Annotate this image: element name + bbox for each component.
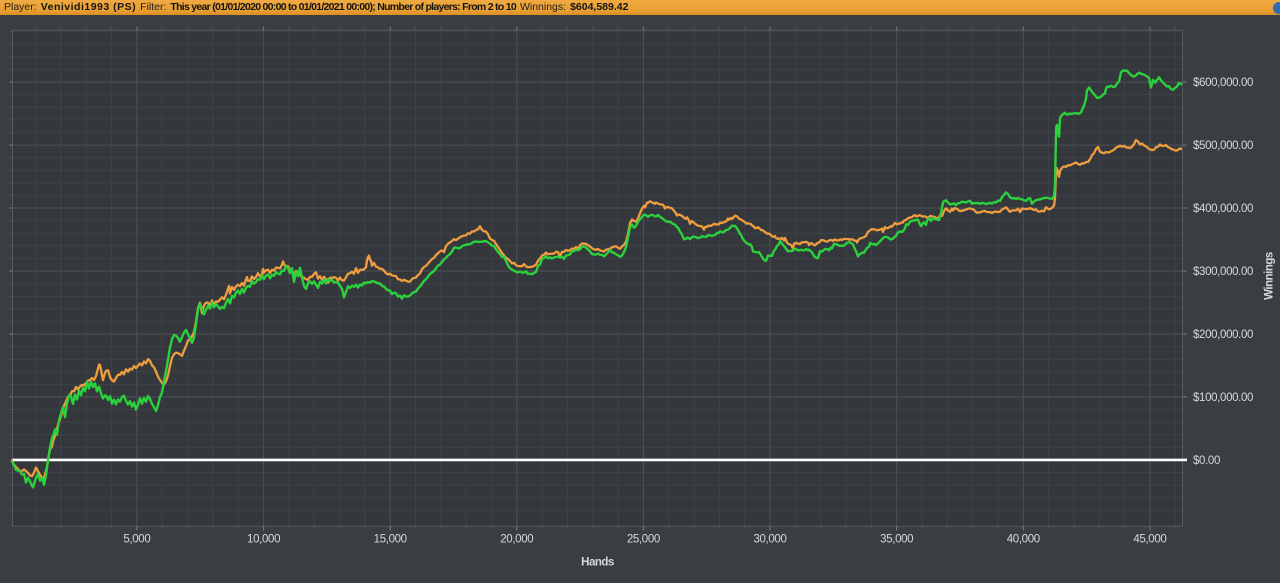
- svg-text:$0.00: $0.00: [1193, 455, 1220, 467]
- svg-text:20,000: 20,000: [500, 534, 533, 546]
- svg-text:$200,000.00: $200,000.00: [1193, 329, 1253, 341]
- svg-text:$600,000.00: $600,000.00: [1193, 77, 1253, 89]
- svg-text:40,000: 40,000: [1007, 534, 1040, 546]
- svg-text:$100,000.00: $100,000.00: [1193, 392, 1253, 404]
- svg-text:15,000: 15,000: [374, 534, 407, 546]
- svg-text:30,000: 30,000: [753, 534, 786, 546]
- svg-text:Winnings: Winnings: [1264, 252, 1276, 300]
- svg-text:45,000: 45,000: [1133, 534, 1166, 546]
- svg-text:$400,000.00: $400,000.00: [1193, 203, 1253, 215]
- svg-text:5,000: 5,000: [123, 534, 150, 546]
- svg-text:35,000: 35,000: [880, 534, 913, 546]
- svg-text:$300,000.00: $300,000.00: [1193, 266, 1253, 278]
- svg-text:$500,000.00: $500,000.00: [1193, 140, 1253, 152]
- svg-text:10,000: 10,000: [247, 534, 280, 546]
- svg-text:25,000: 25,000: [627, 534, 660, 546]
- svg-text:Hands: Hands: [581, 557, 614, 569]
